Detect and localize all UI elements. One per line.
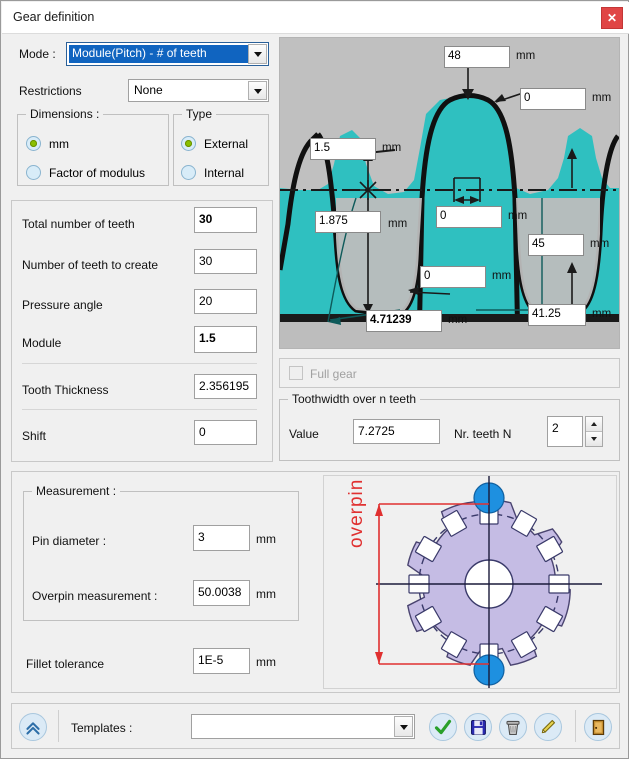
restrictions-dropdown-value: None xyxy=(134,80,246,100)
total-teeth-label: Total number of teeth xyxy=(22,217,135,231)
toothwidth-group-title: Toothwidth over n teeth xyxy=(288,392,420,406)
gear-preview-canvas: overpin xyxy=(323,475,617,689)
dim-circular-pitch-unit: mm xyxy=(448,314,467,326)
radio-dimensions-factor-label: Factor of modulus xyxy=(49,166,145,180)
dim-dedendum-unit: mm xyxy=(388,218,407,230)
toothwidth-value-input[interactable]: 7.2725 xyxy=(353,419,440,444)
teeth-to-create-input[interactable]: 30 xyxy=(194,249,257,274)
gear-definition-window: Gear definition ✕ Mode : Module(Pitch) -… xyxy=(0,0,629,759)
dim-tooth-thickness-input[interactable]: 0 xyxy=(436,206,502,228)
dim-tip-chamfer-input[interactable]: 0 xyxy=(520,88,586,110)
tooth-thickness-input[interactable]: 2.356195 xyxy=(194,374,257,399)
fillet-tolerance-unit: mm xyxy=(256,655,276,669)
chevron-down-icon[interactable] xyxy=(248,44,267,64)
dim-tooth-thickness-unit: mm xyxy=(508,210,527,222)
floppy-disk-icon xyxy=(465,714,491,740)
dim-root-diameter-unit: mm xyxy=(592,308,611,320)
overpin-input[interactable]: 50.0038 xyxy=(193,580,250,606)
nr-teeth-label: Nr. teeth N xyxy=(454,427,511,441)
dim-pitch-diameter-unit: mm xyxy=(590,238,609,250)
total-teeth-input[interactable]: 30 xyxy=(194,207,257,233)
templates-dropdown[interactable] xyxy=(191,714,415,739)
tooth-thickness-label: Tooth Thickness xyxy=(22,383,109,397)
trash-icon xyxy=(500,714,526,740)
mode-dropdown-value: Module(Pitch) - # of teeth xyxy=(69,45,248,63)
stepper-down-icon[interactable] xyxy=(586,432,602,447)
toolbar-divider xyxy=(58,710,59,742)
gear-profile-drawing xyxy=(280,38,620,349)
radio-type-internal[interactable] xyxy=(181,165,196,180)
chevron-down-icon[interactable] xyxy=(394,716,413,737)
shift-label: Shift xyxy=(22,429,46,443)
chevron-up-double-icon xyxy=(20,714,46,740)
close-icon: ✕ xyxy=(602,8,622,28)
dim-tip-diameter-unit: mm xyxy=(516,50,535,62)
divider xyxy=(22,363,257,364)
restrictions-label: Restrictions xyxy=(19,84,82,98)
stepper-up-icon[interactable] xyxy=(586,417,602,432)
pencil-icon xyxy=(535,714,561,740)
mode-dropdown[interactable]: Module(Pitch) - # of teeth xyxy=(66,42,269,66)
module-input[interactable]: 1.5 xyxy=(194,326,257,353)
dim-addendum-input[interactable]: 1.5 xyxy=(310,138,376,160)
divider xyxy=(22,409,257,410)
close-button[interactable]: ✕ xyxy=(601,7,623,29)
nr-teeth-stepper[interactable] xyxy=(585,416,603,447)
pin-diameter-input[interactable]: 3 xyxy=(193,525,250,551)
fillet-tolerance-label: Fillet tolerance xyxy=(26,657,104,671)
title-bar: Gear definition ✕ xyxy=(2,2,629,34)
collapse-button[interactable] xyxy=(19,713,47,741)
save-button[interactable] xyxy=(464,713,492,741)
chevron-down-icon[interactable] xyxy=(248,81,267,100)
templates-label: Templates : xyxy=(71,721,132,735)
dim-pitch-diameter-input[interactable]: 45 xyxy=(528,234,584,256)
overpin-label: Overpin measurement : xyxy=(32,589,157,603)
nr-teeth-input[interactable]: 2 xyxy=(547,416,583,447)
pin-diameter-unit: mm xyxy=(256,532,276,546)
dim-addendum-unit: mm xyxy=(382,142,401,154)
radio-type-external-label: External xyxy=(204,137,248,151)
full-gear-label: Full gear xyxy=(310,367,357,381)
radio-type-external[interactable] xyxy=(181,136,196,151)
radio-dimensions-mm-label: mm xyxy=(49,137,69,151)
type-group-title: Type xyxy=(182,107,216,121)
radio-dimensions-mm[interactable] xyxy=(26,136,41,151)
measurement-group-title: Measurement : xyxy=(32,484,120,498)
overpin-annotation: overpin xyxy=(346,479,368,548)
dim-tip-diameter-input[interactable]: 48 xyxy=(444,46,510,68)
page-title: Gear definition xyxy=(13,10,94,24)
exit-button[interactable] xyxy=(584,713,612,741)
gear-profile-canvas: 48 mm 0 mm 1.5 mm 1.875 mm 0 mm 0 mm 45 … xyxy=(279,37,620,349)
teeth-to-create-label: Number of teeth to create xyxy=(22,258,158,272)
dimensions-group-title: Dimensions : xyxy=(26,107,103,121)
pin-diameter-label: Pin diameter : xyxy=(32,534,106,548)
radio-dimensions-factor[interactable] xyxy=(26,165,41,180)
delete-button[interactable] xyxy=(499,713,527,741)
toolbar-divider xyxy=(575,710,576,742)
toothwidth-value-label: Value xyxy=(289,427,319,441)
pressure-angle-label: Pressure angle xyxy=(22,298,103,312)
radio-type-internal-label: Internal xyxy=(204,166,244,180)
module-label: Module xyxy=(22,336,61,350)
door-icon xyxy=(585,714,611,740)
dim-root-diameter-input[interactable]: 41.25 xyxy=(528,304,586,326)
mode-label: Mode : xyxy=(19,47,56,61)
fillet-tolerance-input[interactable]: 1E-5 xyxy=(193,648,250,674)
restrictions-dropdown[interactable]: None xyxy=(128,79,269,102)
shift-input[interactable]: 0 xyxy=(194,420,257,445)
dim-root-fillet-input[interactable]: 0 xyxy=(420,266,486,288)
full-gear-checkbox[interactable] xyxy=(289,366,303,380)
overpin-unit: mm xyxy=(256,587,276,601)
apply-button[interactable] xyxy=(429,713,457,741)
dim-dedendum-input[interactable]: 1.875 xyxy=(315,211,381,233)
dim-tip-chamfer-unit: mm xyxy=(592,92,611,104)
dim-circular-pitch-input[interactable]: 4.71239 xyxy=(366,310,442,332)
edit-button[interactable] xyxy=(534,713,562,741)
check-icon xyxy=(430,714,456,740)
dim-root-fillet-unit: mm xyxy=(492,270,511,282)
pressure-angle-input[interactable]: 20 xyxy=(194,289,257,314)
